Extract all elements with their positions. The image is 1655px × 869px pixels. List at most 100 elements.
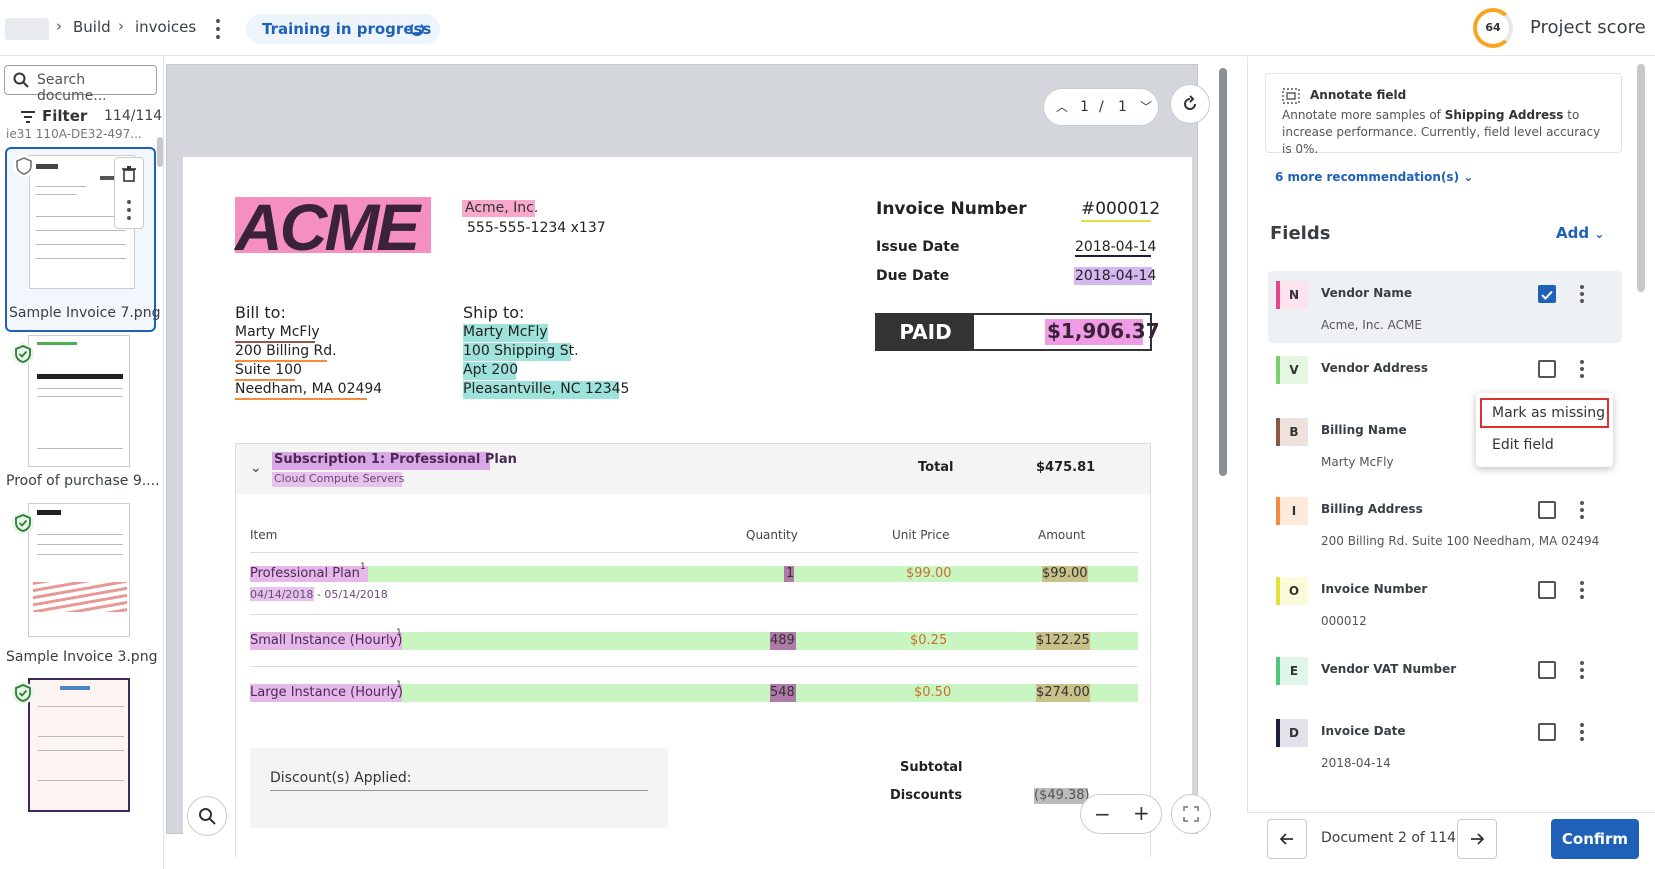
field-invoice-date[interactable]: D Invoice Date 2018-04-14 [1268, 709, 1622, 781]
document-label: Sample Invoice 7.png [9, 305, 161, 321]
field-billing-address[interactable]: I Billing Address 200 Billing Rd. Suite … [1268, 487, 1622, 559]
annotate-title: Annotate field [1310, 88, 1407, 102]
document-count: 114/114 [104, 108, 163, 124]
line-item-dates[interactable]: 04/14/2018 - 05/14/2018 [250, 588, 388, 601]
field-checkbox[interactable] [1538, 723, 1556, 741]
search-input[interactable]: Search docume... [4, 65, 157, 104]
filter-button[interactable]: Filter [20, 107, 87, 125]
more-options-icon[interactable] [1578, 659, 1586, 681]
subtotal-label: Subtotal [900, 760, 963, 775]
total-value: $475.81 [1036, 460, 1096, 475]
zoom-out-icon[interactable]: − [1094, 802, 1111, 826]
chevron-up-icon[interactable]: ︿ [1056, 98, 1068, 115]
field-badge: B [1276, 418, 1308, 446]
field-checkbox[interactable] [1538, 360, 1556, 378]
filter-label: Filter [42, 107, 88, 125]
field-checkbox[interactable] [1538, 285, 1556, 303]
bill-to-name[interactable]: Marty McFly [235, 324, 320, 340]
training-status-chip: Training in progress [246, 14, 440, 44]
breadcrumb-invoices[interactable]: invoices [135, 18, 196, 36]
field-context-menu: Mark as missing Edit field [1476, 393, 1613, 467]
more-options-icon[interactable] [209, 16, 227, 42]
paid-amount[interactable]: $1,906.37 [1047, 319, 1160, 343]
viewer-scrollbar[interactable] [1219, 68, 1227, 476]
more-options-icon[interactable] [126, 200, 132, 220]
document-item-selected[interactable]: Sample Invoice 7.png [5, 147, 160, 332]
line-item-qty[interactable]: 489 [770, 633, 795, 648]
discounts-value[interactable]: ($49.38) [1034, 788, 1090, 803]
issue-date-label: Issue Date [876, 239, 960, 255]
project-score-ring: 64 [1473, 8, 1513, 48]
list-item-label: ie31 110A-DE32-497... [6, 127, 142, 139]
bill-to-address-3[interactable]: Needham, MA 02494 [235, 381, 382, 397]
confirm-button[interactable]: Confirm [1551, 819, 1639, 859]
line-item-qty[interactable]: 548 [770, 685, 795, 700]
ship-to-name[interactable]: Marty McFly [463, 324, 548, 340]
menu-item-edit-field[interactable]: Edit field [1492, 437, 1554, 453]
line-item-amount[interactable]: $99.00 [1042, 566, 1088, 581]
shield-check-icon [12, 343, 34, 365]
zoom-in-icon[interactable]: + [1133, 801, 1150, 825]
line-item-name[interactable]: Large Instance (Hourly) [250, 685, 403, 700]
field-checkbox[interactable] [1538, 661, 1556, 679]
field-badge: E [1276, 657, 1308, 685]
previous-document-button[interactable] [1267, 819, 1307, 859]
issue-date-value[interactable]: 2018-04-14 [1075, 239, 1156, 255]
line-item-amount[interactable]: $122.25 [1036, 633, 1090, 648]
field-badge: V [1276, 356, 1308, 384]
next-document-button[interactable] [1457, 819, 1497, 859]
document-thumbnail[interactable] [28, 678, 130, 812]
line-item-amount[interactable]: $274.00 [1036, 685, 1090, 700]
more-options-icon[interactable] [1578, 579, 1586, 601]
more-options-icon[interactable] [1578, 283, 1586, 305]
add-field-button[interactable]: Add ⌄ [1556, 224, 1604, 242]
field-badge: D [1276, 719, 1308, 747]
document-position: Document 2 of 114 [1321, 830, 1457, 846]
line-item-price[interactable]: $99.00 [906, 566, 952, 581]
field-invoice-number[interactable]: O Invoice Number 000012 [1268, 567, 1622, 639]
document-label: Sample Invoice 3.png [6, 649, 158, 665]
menu-item-mark-as-missing[interactable]: Mark as missing [1492, 405, 1605, 421]
field-name: Vendor Name [1321, 286, 1413, 300]
fields-scrollbar[interactable] [1637, 64, 1645, 292]
bill-to-address-2[interactable]: Suite 100 [235, 362, 302, 378]
search-icon [13, 72, 29, 88]
field-checkbox[interactable] [1538, 501, 1556, 519]
chevron-down-icon[interactable]: ﹀ [1140, 98, 1152, 115]
line-item-price[interactable]: $0.25 [910, 633, 947, 648]
line-item-price[interactable]: $0.50 [914, 685, 951, 700]
subscription-title[interactable]: Subscription 1: Professional Plan [274, 452, 517, 467]
document-thumbnail[interactable] [28, 503, 130, 637]
line-item-highlight [250, 566, 1138, 582]
zoom-search-icon[interactable] [187, 796, 227, 836]
breadcrumb-build[interactable]: Build [73, 18, 111, 36]
field-checkbox[interactable] [1538, 581, 1556, 599]
trash-icon[interactable] [122, 166, 136, 182]
invoice-number-underline [1081, 220, 1151, 222]
more-recommendations-link[interactable]: 6 more recommendation(s) ⌄ [1275, 170, 1473, 184]
page-current[interactable]: 1 [1080, 99, 1089, 115]
discount-label: Discount(s) Applied: [270, 770, 412, 786]
ship-to-address-3[interactable]: Pleasantville, NC 12345 [463, 381, 629, 397]
rotate-icon[interactable] [1170, 84, 1210, 124]
breadcrumb-project[interactable] [5, 18, 49, 40]
line-item-qty[interactable]: 1 [786, 566, 794, 581]
field-name: Billing Name [1321, 423, 1407, 437]
chevron-down-icon[interactable]: ⌄ [250, 460, 262, 476]
invoice-number-value[interactable]: #000012 [1081, 199, 1160, 219]
ship-to-address-1[interactable]: 100 Shipping St. [463, 343, 579, 359]
more-options-icon[interactable] [1578, 721, 1586, 743]
list-scrollbar[interactable] [157, 137, 163, 167]
subscription-subtitle[interactable]: Cloud Compute Servers [274, 472, 404, 485]
ship-to-address-2[interactable]: Apt 200 [463, 362, 518, 378]
line-item-name[interactable]: Small Instance (Hourly) [250, 633, 402, 648]
more-options-icon[interactable] [1578, 499, 1586, 521]
due-date-value[interactable]: 2018-04-14 [1075, 268, 1156, 284]
more-options-icon[interactable] [1578, 358, 1586, 380]
field-vendor-name[interactable]: N Vendor Name Acme, Inc. ACME [1268, 271, 1622, 343]
fullscreen-icon[interactable] [1171, 794, 1211, 834]
line-item-name[interactable]: Professional Plan [250, 566, 360, 581]
bill-to-address-1[interactable]: 200 Billing Rd. [235, 343, 337, 359]
document-thumbnail[interactable] [28, 335, 130, 467]
bill-address-underline [235, 379, 295, 381]
